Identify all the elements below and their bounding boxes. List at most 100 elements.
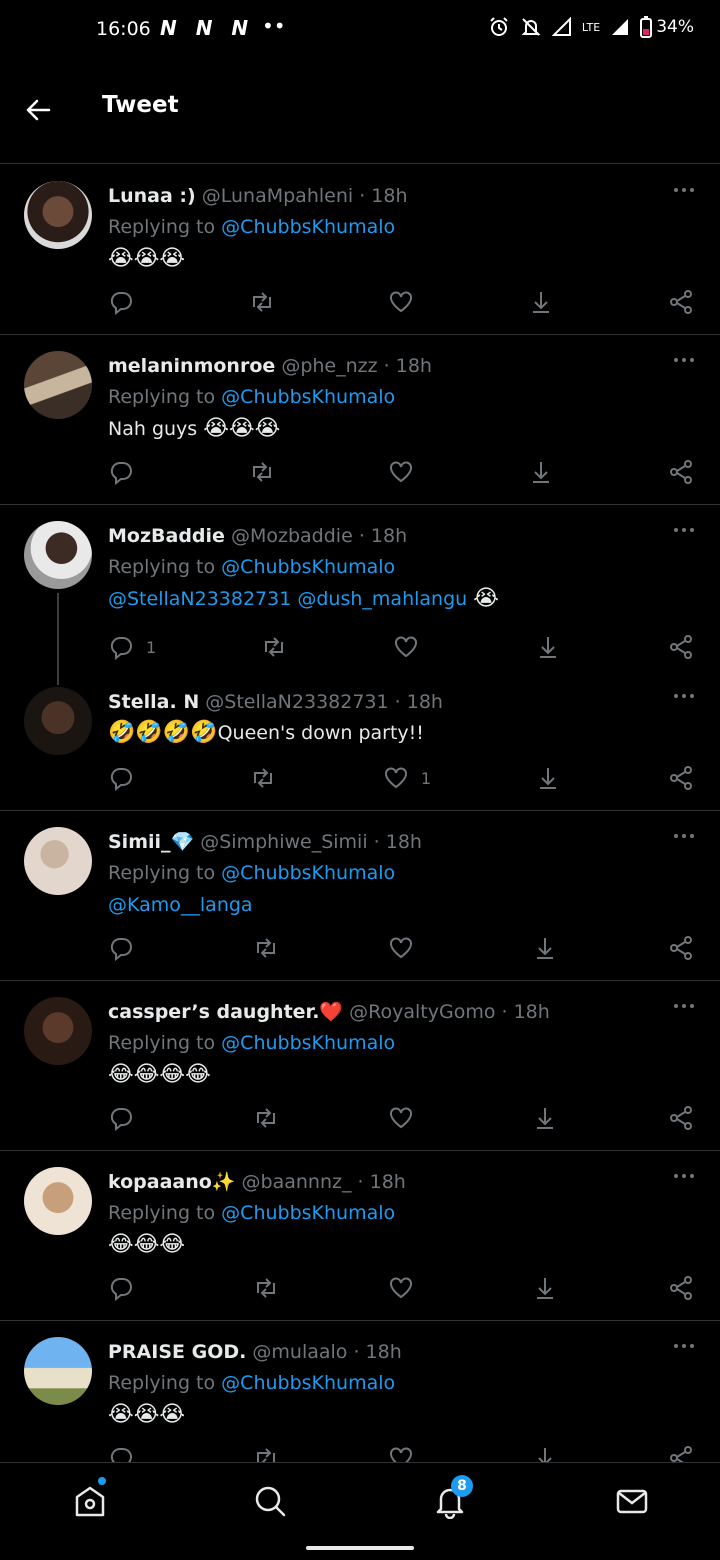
tweet-text: @Kamo__langa bbox=[108, 889, 696, 921]
mention-link[interactable]: @dush_mahlangu bbox=[297, 588, 467, 610]
user-handle[interactable]: @baannnz_ bbox=[242, 1171, 352, 1193]
reply-handle-link[interactable]: @ChubbsKhumalo bbox=[221, 1202, 395, 1224]
tweet-actions bbox=[108, 1103, 698, 1133]
reply-handle-link[interactable]: @ChubbsKhumalo bbox=[221, 1372, 395, 1394]
avatar[interactable] bbox=[24, 827, 92, 895]
download-icon bbox=[537, 1278, 553, 1299]
reply-handle-link[interactable]: @ChubbsKhumalo bbox=[221, 386, 395, 408]
share-icon bbox=[670, 936, 692, 960]
retweet-button[interactable] bbox=[248, 459, 278, 485]
reply-button[interactable] bbox=[108, 935, 146, 961]
user-handle[interactable]: @mulaalo bbox=[252, 1341, 347, 1363]
user-handle[interactable]: @StellaN23382731 bbox=[205, 691, 388, 713]
user-handle[interactable]: @RoyaltyGomo bbox=[349, 1001, 495, 1023]
avatar[interactable] bbox=[24, 687, 92, 755]
display-name[interactable]: PRAISE GOD. bbox=[108, 1341, 246, 1363]
tweet[interactable]: melaninmonroe @phe_nzz · 18h Replying to… bbox=[0, 335, 720, 505]
download-button[interactable] bbox=[532, 935, 562, 961]
retweet-button[interactable] bbox=[252, 1105, 282, 1131]
reply-button[interactable] bbox=[108, 1275, 146, 1301]
avatar[interactable] bbox=[24, 997, 92, 1065]
tweet[interactable]: Simii_💎 @Simphiwe_Simii · 18h Replying t… bbox=[0, 811, 720, 981]
mail-icon[interactable] bbox=[614, 1483, 650, 1519]
like-button[interactable]: 1 bbox=[383, 765, 431, 791]
download-button[interactable] bbox=[535, 634, 565, 660]
reply-handle-link[interactable]: @ChubbsKhumalo bbox=[221, 862, 395, 884]
avatar[interactable] bbox=[24, 351, 92, 419]
reply-button[interactable] bbox=[108, 1445, 146, 1463]
share-button[interactable] bbox=[668, 765, 698, 791]
share-button[interactable] bbox=[668, 289, 698, 315]
retweet-button[interactable] bbox=[248, 289, 278, 315]
tweet[interactable]: PRAISE GOD. @mulaalo · 18h Replying to @… bbox=[0, 1321, 720, 1463]
display-name[interactable]: melaninmonroe bbox=[108, 355, 275, 377]
user-handle[interactable]: @phe_nzz bbox=[281, 355, 377, 377]
download-icon bbox=[537, 1108, 553, 1129]
home-icon[interactable] bbox=[72, 1483, 108, 1519]
display-name[interactable]: Lunaa :) bbox=[108, 185, 196, 207]
avatar[interactable] bbox=[24, 521, 92, 589]
tweet[interactable]: Stella. N @StellaN23382731 · 18h 🤣🤣🤣🤣Que… bbox=[108, 687, 696, 749]
reply-handle-link[interactable]: @ChubbsKhumalo bbox=[221, 556, 395, 578]
reply-button[interactable] bbox=[108, 289, 138, 315]
download-button[interactable] bbox=[528, 459, 558, 485]
download-button[interactable] bbox=[535, 765, 565, 791]
display-name[interactable]: kopaaano bbox=[108, 1171, 212, 1193]
timestamp: 18h bbox=[395, 355, 432, 377]
tweet-text: 😂😂😂 bbox=[108, 1232, 186, 1257]
display-name[interactable]: cassper’s daughter. bbox=[108, 1001, 319, 1023]
timestamp: 18h bbox=[369, 1171, 406, 1193]
like-button[interactable] bbox=[388, 459, 418, 485]
retweet-button[interactable] bbox=[260, 634, 290, 660]
reply-button[interactable] bbox=[108, 765, 146, 791]
share-button[interactable] bbox=[668, 1275, 698, 1301]
retweet-button[interactable] bbox=[252, 1445, 282, 1463]
user-handle[interactable]: @Mozbaddie bbox=[231, 525, 353, 547]
user-handle[interactable]: @LunaMpahleni bbox=[202, 185, 353, 207]
retweet-button[interactable] bbox=[252, 935, 282, 961]
search-icon[interactable] bbox=[252, 1483, 288, 1519]
like-button[interactable] bbox=[388, 289, 418, 315]
tweet[interactable]: Lunaa :) @LunaMpahleni · 18h Replying to… bbox=[0, 165, 720, 335]
tweet[interactable]: cassper’s daughter.❤️ @RoyaltyGomo · 18h… bbox=[0, 981, 720, 1151]
reply-handle-link[interactable]: @ChubbsKhumalo bbox=[221, 1032, 395, 1054]
share-button[interactable] bbox=[668, 935, 698, 961]
network-type: LTE bbox=[581, 20, 601, 34]
share-button[interactable] bbox=[668, 1105, 698, 1131]
download-button[interactable] bbox=[532, 1445, 562, 1463]
retweet-button[interactable] bbox=[249, 765, 279, 791]
like-button[interactable] bbox=[388, 935, 426, 961]
avatar[interactable] bbox=[24, 181, 92, 249]
reply-button[interactable]: 1 bbox=[108, 634, 156, 660]
timestamp: 18h bbox=[365, 1341, 402, 1363]
like-button[interactable] bbox=[388, 1105, 426, 1131]
reply-handle-link[interactable]: @ChubbsKhumalo bbox=[221, 216, 395, 238]
reply-button[interactable] bbox=[108, 1105, 146, 1131]
mention-link[interactable]: @Kamo__langa bbox=[108, 894, 253, 916]
tweet[interactable]: kopaaano✨ @baannnz_ · 18h Replying to @C… bbox=[0, 1151, 720, 1321]
retweet-button[interactable] bbox=[252, 1275, 282, 1301]
share-button[interactable] bbox=[668, 634, 698, 660]
download-button[interactable] bbox=[532, 1275, 562, 1301]
download-button[interactable] bbox=[528, 289, 558, 315]
tweet-text: 😭😭😭 bbox=[108, 1402, 186, 1427]
reply-button[interactable] bbox=[108, 459, 138, 485]
tweet[interactable]: MozBaddie @Mozbaddie · 18h Replying to @… bbox=[108, 521, 696, 615]
gesture-home-indicator[interactable] bbox=[306, 1546, 414, 1550]
like-button[interactable] bbox=[388, 1445, 426, 1463]
share-button[interactable] bbox=[668, 459, 698, 485]
display-name[interactable]: Stella. N bbox=[108, 691, 199, 713]
retweet-icon bbox=[257, 1278, 275, 1298]
user-handle[interactable]: @Simphiwe_Simii bbox=[200, 831, 367, 853]
back-arrow-icon[interactable] bbox=[22, 94, 54, 126]
avatar[interactable] bbox=[24, 1167, 92, 1235]
like-button[interactable] bbox=[388, 1275, 426, 1301]
avatar[interactable] bbox=[24, 1337, 92, 1405]
download-button[interactable] bbox=[532, 1105, 562, 1131]
display-name[interactable]: Simii_ bbox=[108, 831, 171, 853]
display-name[interactable]: MozBaddie bbox=[108, 525, 225, 547]
like-button[interactable] bbox=[393, 634, 431, 660]
share-button[interactable] bbox=[668, 1445, 698, 1463]
mention-link[interactable]: @StellaN23382731 bbox=[108, 588, 291, 610]
tweet-actions bbox=[108, 287, 698, 317]
